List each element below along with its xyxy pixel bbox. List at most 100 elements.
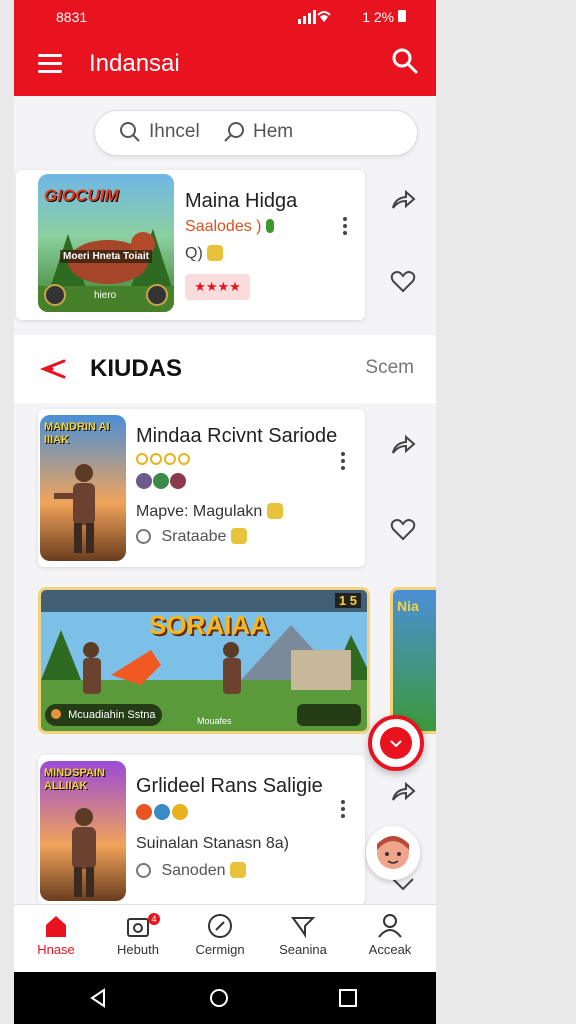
- thumb-label: hiero: [94, 290, 117, 301]
- search-icon: [224, 122, 244, 142]
- coin-icon: [229, 862, 246, 878]
- nav-item-seanina[interactable]: Seanina: [261, 913, 345, 957]
- nav-item-home[interactable]: Hnase: [14, 913, 98, 957]
- battery-icon: [398, 10, 406, 22]
- game-title: Mindaa Rcivnt Sariode: [136, 425, 338, 447]
- share-icon[interactable]: [390, 780, 416, 804]
- system-navigation-bar: [14, 972, 436, 1024]
- thumb-tool-icon: [44, 284, 66, 306]
- back-arrow-icon[interactable]: [38, 357, 66, 381]
- more-options-icon[interactable]: [341, 452, 347, 473]
- game-title: Maina Hidga: [185, 190, 298, 212]
- menu-icon[interactable]: [38, 54, 62, 74]
- avatar[interactable]: [366, 826, 420, 880]
- search-bar[interactable]: Ihncel Hem: [94, 110, 418, 156]
- character-art: [72, 808, 96, 897]
- phone-screen: 8831 1 2% Indansai Ihncel Hem GIOCUIM Mo…: [14, 0, 436, 1024]
- game-meta: Q): [185, 245, 224, 263]
- nav-label-hebuth: Hebuth: [117, 942, 159, 957]
- nav-item-cermign[interactable]: Cermign: [178, 913, 262, 957]
- app-title: Indansai: [89, 50, 180, 77]
- game-card[interactable]: MINDSPAIN ALLIIAK Grlideel Rans Saligie …: [38, 755, 365, 905]
- game-card[interactable]: MANDRIN AI IIIAK Mindaa Rcivnt Sariode M…: [38, 409, 365, 567]
- game-subtitle: Saalodes ): [185, 218, 274, 236]
- home-icon: [46, 916, 66, 937]
- status-time: 8831: [56, 9, 88, 25]
- more-options-icon[interactable]: [343, 217, 349, 238]
- heart-icon[interactable]: [390, 270, 416, 294]
- nav-label-account: Acceak: [368, 942, 412, 957]
- banner-gems: [297, 704, 361, 726]
- nav-label-home: Hnase: [37, 942, 75, 957]
- next-banner-peek[interactable]: Nia: [390, 587, 436, 734]
- featured-banner[interactable]: SORAIAA 1 5 Mcuadiahin Sstna Mouafes: [38, 587, 370, 734]
- game-meta-text: Q): [185, 245, 203, 262]
- game-line-2: Srataabe: [136, 528, 247, 546]
- coin-icon: [207, 245, 224, 261]
- game-line-1-text: Mapve: Magulakn: [136, 503, 263, 520]
- coin-icon: [266, 503, 283, 519]
- reward-icons: [136, 804, 188, 820]
- fab-inner-icon: [380, 727, 412, 759]
- more-options-icon[interactable]: [341, 800, 347, 821]
- home-circle-icon[interactable]: [208, 987, 230, 1009]
- megaphone-icon: [291, 917, 316, 939]
- rating-badge: ★★★★: [185, 274, 250, 300]
- camera-icon: [127, 918, 149, 937]
- achievement-icons: [136, 453, 190, 465]
- search-left-label: Ihncel: [149, 121, 200, 142]
- banner-tag: Mouafes: [197, 716, 232, 726]
- heart-icon[interactable]: [390, 518, 416, 542]
- compass-icon: [208, 914, 232, 938]
- share-icon[interactable]: [390, 188, 416, 212]
- app-bar: Indansai: [14, 34, 436, 96]
- bottom-navigation: Hnase 4 Hebuth Cermign Seanina Acceak: [14, 904, 436, 972]
- see-more-link[interactable]: Scem: [365, 357, 414, 379]
- nav-label-seanina: Seanina: [279, 942, 327, 957]
- search-icon[interactable]: [392, 48, 418, 74]
- game-subtitle-text: Saalodes ): [185, 218, 262, 235]
- game-line-1: Mapve: Magulakn: [136, 503, 283, 521]
- game-line-1: Suinalan Stanasn 8a): [136, 835, 289, 852]
- clock-icon: [136, 863, 151, 878]
- game-thumbnail[interactable]: MANDRIN AI IIIAK: [40, 415, 126, 561]
- nav-item-account[interactable]: Acceak: [348, 913, 432, 957]
- back-triangle-icon[interactable]: [88, 988, 108, 1008]
- gem-icons: [136, 473, 186, 489]
- banner-caption: Mcuadiahin Sstna: [45, 704, 162, 726]
- clock-icon: [136, 529, 151, 544]
- section-title: KIUDAS: [90, 355, 183, 382]
- nav-item-hebuth[interactable]: 4 Hebuth: [96, 913, 180, 957]
- section-header: KIUDAS Scem: [14, 335, 436, 403]
- battery-percent: 1 2%: [362, 9, 395, 25]
- search-left[interactable]: Ihncel: [119, 121, 200, 143]
- coin-icon: [230, 528, 247, 544]
- game-line-2-text: Srataabe: [161, 528, 227, 545]
- character-art: [54, 464, 95, 553]
- thumb-lock-icon: [146, 284, 168, 306]
- status-right: 1 2%: [298, 9, 406, 25]
- notification-badge: 4: [148, 913, 160, 925]
- status-bar: 8831 1 2%: [14, 0, 436, 34]
- search-right[interactable]: Hem: [223, 121, 293, 143]
- game-card[interactable]: GIOCUIM Moeri Hneta Toiait hiero Maina H…: [16, 170, 365, 320]
- share-icon[interactable]: [390, 433, 416, 457]
- peek-text: Nia: [397, 598, 419, 614]
- search-right-label: Hem: [253, 121, 294, 142]
- recents-square-icon[interactable]: [338, 988, 358, 1008]
- signal-icon: [298, 10, 332, 24]
- person-icon: [378, 914, 402, 938]
- leaf-icon: [265, 219, 274, 233]
- game-thumbnail[interactable]: MINDSPAIN ALLIIAK: [40, 761, 126, 901]
- search-icon: [120, 122, 140, 142]
- banner-score: 1 5: [334, 593, 361, 608]
- banner-caption-icon: [51, 709, 61, 719]
- game-line-2: Sanoden: [136, 862, 246, 880]
- nav-label-cermign: Cermign: [195, 942, 245, 957]
- floating-action-button[interactable]: [368, 715, 424, 771]
- game-title: Grlideel Rans Saligie: [136, 775, 323, 797]
- thumb-title: GIOCUIM: [44, 186, 119, 205]
- game-line-2-text: Sanoden: [161, 862, 226, 879]
- banner-title: SORAIAA: [149, 610, 269, 640]
- game-thumbnail[interactable]: GIOCUIM Moeri Hneta Toiait hiero: [38, 174, 174, 312]
